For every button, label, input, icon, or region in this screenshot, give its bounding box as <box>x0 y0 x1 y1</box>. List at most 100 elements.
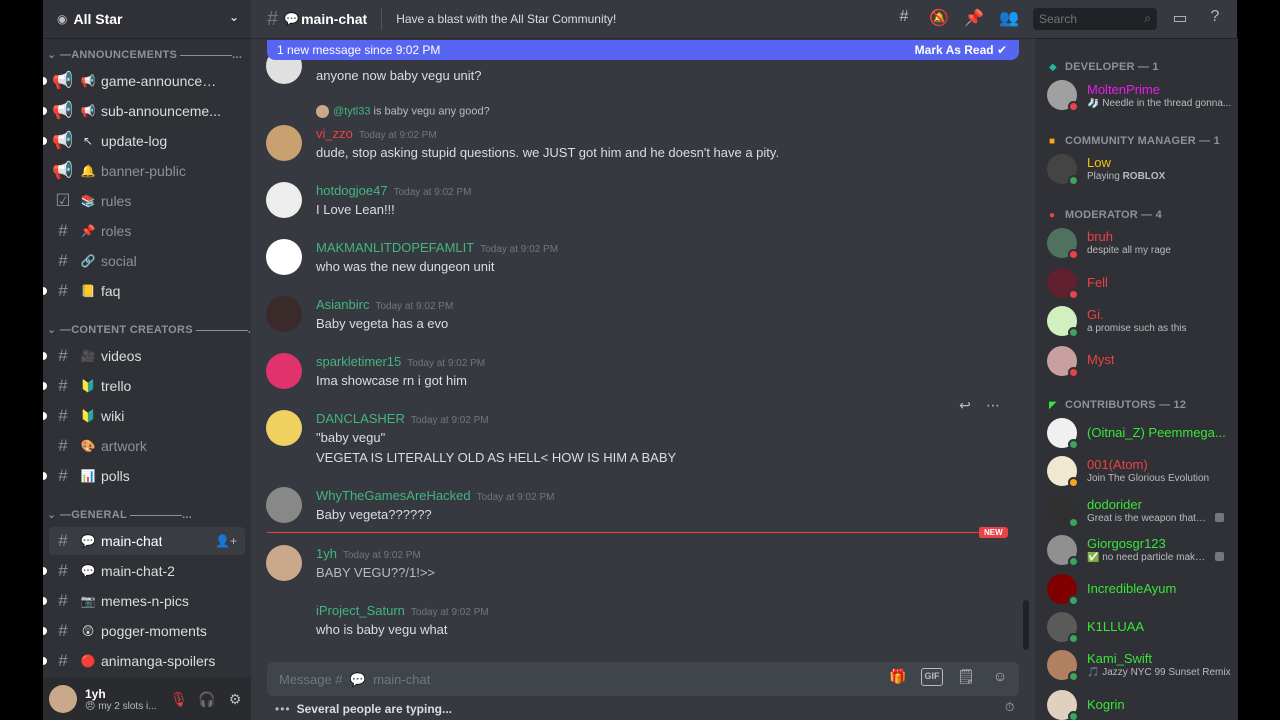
emoji-icon[interactable]: ☺ <box>989 668 1011 688</box>
channel-sub-announcements[interactable]: 📢 📢 sub-announceme... <box>43 97 245 125</box>
channel-roles[interactable]: # 📌 roles <box>49 217 245 245</box>
inbox-icon[interactable]: ▭ <box>1168 8 1192 30</box>
message-author[interactable]: MAKMANLITDOPEFAMLIT Today at 9:02 PM <box>316 240 558 255</box>
dnd-status-icon <box>1068 101 1079 112</box>
threads-icon[interactable]: # <box>892 8 916 30</box>
member-item[interactable]: Fell <box>1047 267 1232 301</box>
member-item[interactable]: bruh despite all my rage <box>1047 227 1232 261</box>
message-input[interactable] <box>279 671 839 687</box>
category-content-creators[interactable]: ⌄ —CONTENT CREATORS... <box>43 323 258 339</box>
message-author[interactable]: Asianbirc Today at 9:02 PM <box>316 297 453 312</box>
new-messages-banner[interactable]: 1 new message since 9:02 PM Mark As Read… <box>267 40 1019 60</box>
message-author[interactable]: hotdogjoe47 Today at 9:02 PM <box>316 183 471 198</box>
member-item[interactable]: Kami_Swift 🎵 Jazzy NYC 99 Sunset Remix <box>1047 649 1232 683</box>
member-item[interactable]: IncredibleAyum <box>1047 573 1232 607</box>
pin-icon[interactable]: 📌 <box>962 8 986 30</box>
hash-icon: # <box>58 251 68 270</box>
channel-update-log[interactable]: 📢 ↖ update-log <box>43 127 245 155</box>
member-item[interactable]: dodorider Great is the weapon that c... <box>1047 495 1232 529</box>
member-item[interactable]: Myst <box>1047 345 1232 379</box>
search-input[interactable]: Search ⌕ <box>1033 8 1157 30</box>
notification-bell-muted-icon[interactable]: 🔕 <box>927 8 951 30</box>
server-header[interactable]: ◉ All Star ⌄ <box>43 0 251 38</box>
member-item[interactable]: (Oitnai_Z) Peemmega... <box>1047 417 1232 451</box>
channel-videos[interactable]: # 🎥 videos <box>43 342 245 370</box>
message-avatar[interactable] <box>266 545 302 581</box>
message-author[interactable]: WhyTheGamesAreHacked Today at 9:02 PM <box>316 488 554 503</box>
settings-gear-icon[interactable]: ⚙ <box>221 691 249 708</box>
typing-indicator: ••• Several people are typing... <box>275 702 452 716</box>
reply-preview[interactable]: @tytl33 is baby vegu any good? <box>316 105 490 118</box>
message-avatar[interactable] <box>266 296 302 332</box>
mark-as-read-button[interactable]: Mark As Read ✔ <box>915 43 1007 57</box>
message-avatar[interactable] <box>266 410 302 446</box>
more-options-icon[interactable]: ⋯ <box>979 397 1007 414</box>
channel-title: main-chat <box>301 11 368 27</box>
hash-icon: # <box>58 281 68 300</box>
category-announcements[interactable]: ⌄ —ANNOUNCEMENTS... <box>43 48 242 64</box>
message-avatar[interactable] <box>266 487 302 523</box>
message-avatar[interactable] <box>266 239 302 275</box>
member-item[interactable]: 001(Atom) Join The Glorious Evolution <box>1047 455 1232 489</box>
channel-memes-n-pics[interactable]: # 📷 memes-n-pics <box>43 587 245 615</box>
chat-scrollbar[interactable] <box>1023 600 1029 650</box>
channel-main-chat-2[interactable]: # 💬 main-chat-2 <box>43 557 245 585</box>
mute-mic-icon[interactable]: 🎙 <box>165 691 193 708</box>
headphones-icon[interactable]: 🎧 <box>193 691 221 708</box>
member-item[interactable]: Low Playing ROBLOX <box>1047 153 1232 187</box>
message-text: dude, stop asking stupid questions. we J… <box>316 145 780 160</box>
message-author[interactable]: iProject_Saturn Today at 9:02 PM <box>316 603 489 618</box>
member-list-icon[interactable]: 👥 <box>997 8 1021 30</box>
chat-area: # 💬 main-chat Have a blast with the All … <box>251 0 1237 720</box>
channel-polls[interactable]: # 📊 polls <box>43 462 245 490</box>
unread-indicator <box>43 107 47 115</box>
channel-topic[interactable]: Have a blast with the All Star Community… <box>396 12 616 26</box>
channel-pogger-moments[interactable]: # 😲 pogger-moments <box>43 617 245 645</box>
megaphone-icon: 📢 <box>52 131 74 150</box>
member-avatar <box>1047 574 1079 606</box>
idle-status-icon <box>1068 477 1079 488</box>
invite-user-icon[interactable]: 👤+ <box>215 534 237 548</box>
help-icon[interactable]: ? <box>1203 8 1227 30</box>
member-item[interactable]: Kogrin <box>1047 689 1232 720</box>
hash-icon: # <box>58 651 68 670</box>
member-item[interactable]: Gi. a promise such as this <box>1047 305 1232 339</box>
new-badge: NEW <box>979 527 1008 538</box>
sticker-icon[interactable]: 🗒 <box>955 668 977 688</box>
channel-artwork[interactable]: # 🎨 artwork <box>49 432 245 460</box>
channel-game-announcements[interactable]: 📢 📢 game-announcem... <box>43 67 245 95</box>
channel-faq[interactable]: # 📒 faq <box>43 277 245 305</box>
message-author[interactable]: 1yh Today at 9:02 PM <box>316 546 421 561</box>
channel-banner-public[interactable]: 📢 🔔 banner-public <box>49 157 245 185</box>
channel-animanga-spoilers[interactable]: # 🔴 animanga-spoilers <box>43 647 245 675</box>
online-status-icon <box>1068 633 1079 644</box>
hash-icon: # <box>58 561 68 580</box>
search-icon: ⌕ <box>1144 11 1151 25</box>
member-item[interactable]: Giorgosgr123 ✅ no need particle maker,..… <box>1047 534 1232 568</box>
channel-main-chat[interactable]: # 💬 main-chat 👤+ <box>49 527 245 555</box>
category-general[interactable]: ⌄ —GENERAL... <box>43 508 192 524</box>
user-avatar[interactable] <box>49 685 77 713</box>
channel-social[interactable]: # 🔗 social <box>49 247 245 275</box>
user-panel: 1yh 😠 my 2 slots i... 🎙 🎧 ⚙ <box>43 678 251 720</box>
channel-trello[interactable]: # 🔰 trello <box>43 372 245 400</box>
message-author[interactable]: sparkletimer15 Today at 9:02 PM <box>316 354 485 369</box>
chevron-down-icon[interactable]: ⌄ <box>229 10 239 24</box>
channel-rules[interactable]: ☑ 📚 rules <box>49 187 245 215</box>
megaphone-icon: 📢 <box>52 101 74 120</box>
message-avatar[interactable] <box>266 182 302 218</box>
rules-check-icon: ☑ <box>55 191 71 210</box>
message-avatar[interactable] <box>266 353 302 389</box>
online-status-icon <box>1068 671 1079 682</box>
developer-role-icon: ◆ <box>1049 62 1057 73</box>
member-item[interactable]: MoltenPrime 🧦 Needle in the thread gonna… <box>1047 79 1232 113</box>
message-author[interactable]: DANCLASHER Today at 9:02 PM <box>316 411 489 426</box>
reply-icon[interactable]: ↩ <box>951 397 979 414</box>
role-header-moderator: ● MODERATOR — 4 <box>1049 209 1162 221</box>
message-author[interactable]: vi_zzo Today at 9:02 PM <box>316 126 437 141</box>
member-item[interactable]: K1LLUAA <box>1047 611 1232 645</box>
gift-icon[interactable]: 🎁 <box>887 668 909 688</box>
message-avatar[interactable] <box>266 125 302 161</box>
channel-wiki[interactable]: # 🔰 wiki <box>43 402 245 430</box>
gif-button[interactable]: GIF <box>921 668 943 686</box>
